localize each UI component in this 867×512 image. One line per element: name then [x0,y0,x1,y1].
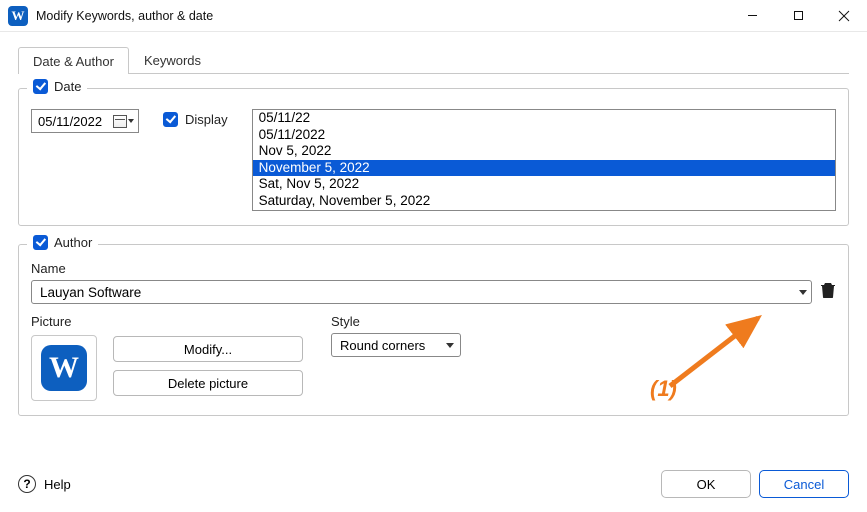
calendar-icon[interactable] [113,115,134,128]
display-format-option[interactable]: November 5, 2022 [253,160,835,177]
chevron-down-icon[interactable] [799,290,807,295]
display-format-option[interactable]: Sat, Nov 5, 2022 [253,176,835,193]
author-checkbox[interactable] [33,235,48,250]
display-format-option[interactable]: Nov 5, 2022 [253,143,835,160]
dialog-footer: ? Help OK Cancel [18,470,849,498]
picture-label: Picture [31,314,97,329]
tab-keywords[interactable]: Keywords [129,46,216,73]
date-checkbox-label: Date [54,79,81,94]
delete-picture-button[interactable]: Delete picture [113,370,303,396]
style-select[interactable]: Round corners [331,333,461,357]
author-checkbox-label: Author [54,235,92,250]
minimize-button[interactable] [729,0,775,32]
date-checkbox[interactable] [33,79,48,94]
ok-button[interactable]: OK [661,470,751,498]
display-format-list[interactable]: 05/11/2205/11/2022Nov 5, 2022November 5,… [252,109,836,211]
delete-author-icon[interactable] [820,281,836,304]
title-bar: W Modify Keywords, author & date [0,0,867,32]
author-name-combo[interactable]: Lauyan Software [31,280,812,304]
display-format-option[interactable]: 05/11/2022 [253,127,835,144]
author-name-value: Lauyan Software [40,285,141,300]
date-picker[interactable]: 05/11/2022 [31,109,139,133]
cancel-button[interactable]: Cancel [759,470,849,498]
name-label: Name [31,261,836,276]
close-button[interactable] [821,0,867,32]
tab-bar: Date & Author Keywords [18,46,849,74]
maximize-button[interactable] [775,0,821,32]
window-title: Modify Keywords, author & date [36,9,213,23]
display-format-option[interactable]: 05/11/22 [253,110,835,127]
tab-date-author[interactable]: Date & Author [18,47,129,74]
style-value: Round corners [340,338,425,353]
help-label[interactable]: Help [44,477,71,492]
author-fieldset: Author Name Lauyan Software Picture W [18,244,849,416]
display-format-option[interactable]: Saturday, November 5, 2022 [253,193,835,210]
chevron-down-icon[interactable] [446,343,454,348]
date-fieldset: Date 05/11/2022 Display 05/11/2205/11/20… [18,88,849,226]
author-picture[interactable]: W [31,335,97,401]
date-value: 05/11/2022 [38,114,102,129]
display-label: Display [185,112,228,127]
modify-picture-button[interactable]: Modify... [113,336,303,362]
display-checkbox[interactable] [163,112,178,127]
style-label: Style [331,314,461,329]
app-icon: W [8,6,28,26]
help-icon[interactable]: ? [18,475,36,493]
